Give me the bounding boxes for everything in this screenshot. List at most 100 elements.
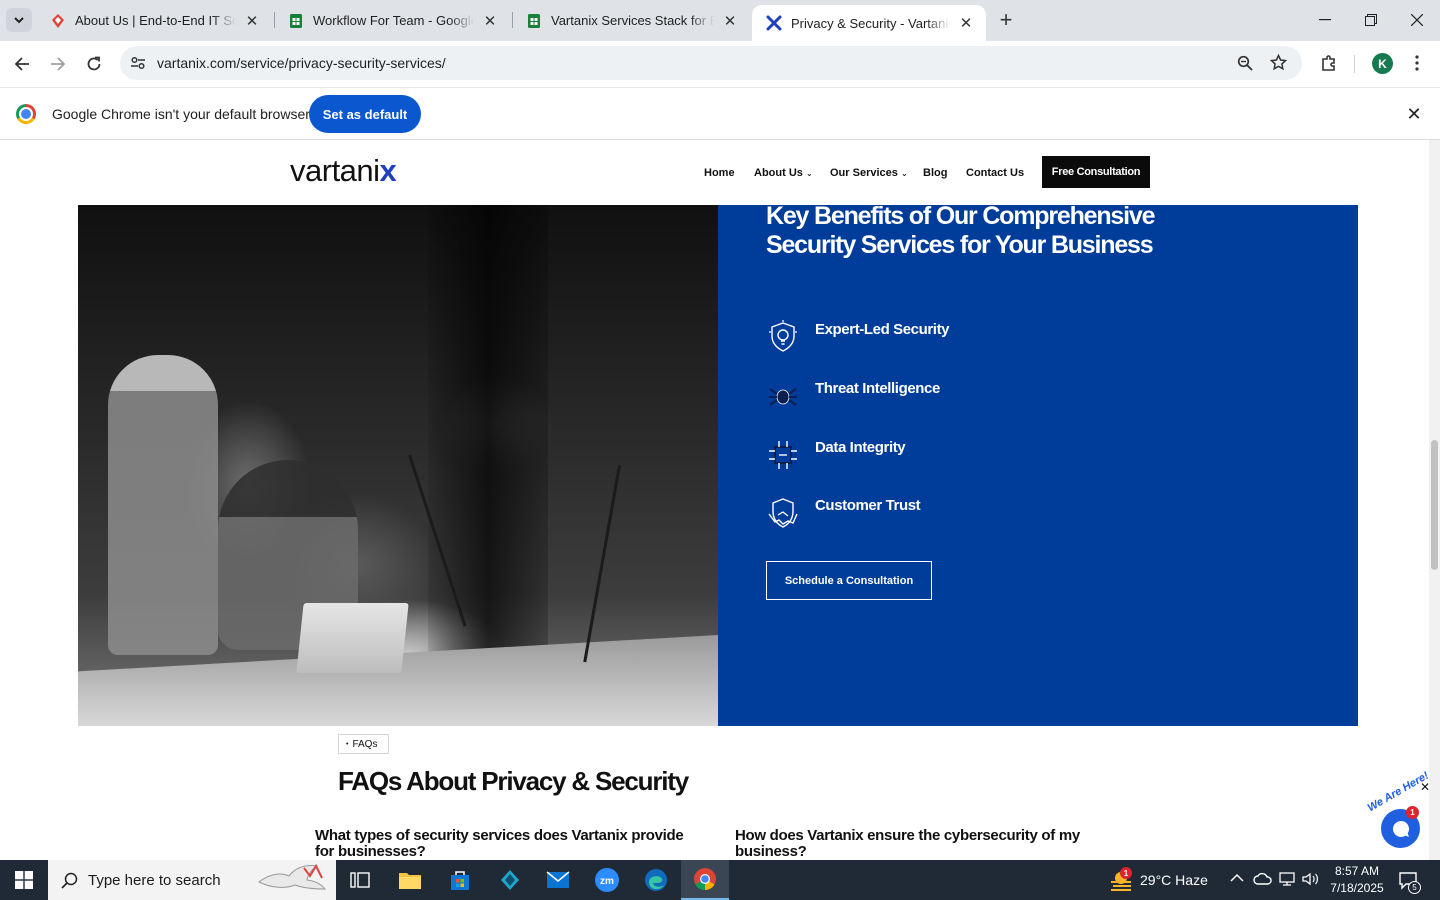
edge-logo-icon [645, 869, 667, 891]
chat-unread-badge: 1 [1406, 806, 1419, 819]
folder-icon [399, 873, 421, 889]
close-window-button[interactable] [1394, 0, 1440, 40]
close-icon[interactable]: ✕ [956, 13, 976, 33]
chevron-up-icon[interactable] [1230, 873, 1244, 883]
benefit-expert-led-security: Expert-Led Security [766, 320, 1126, 356]
benefit-label: Customer Trust [815, 497, 921, 514]
network-icon[interactable] [1278, 871, 1296, 887]
url-text[interactable]: vartanix.com/service/privacy-security-se… [157, 55, 446, 71]
chat-widget[interactable]: ✕ We Are Here! 1 [1354, 770, 1440, 860]
clock-date: 7/18/2025 [1330, 881, 1384, 895]
address-bar[interactable]: vartanix.com/service/privacy-security-se… [120, 46, 1302, 80]
pinned-app-diamond[interactable] [486, 860, 534, 900]
nav-label: About Us [754, 167, 803, 179]
browser-toolbar: vartanix.com/service/privacy-security-se… [0, 41, 1440, 87]
weather-badge: 1 [1120, 867, 1132, 879]
toolbar-divider [1354, 55, 1355, 73]
task-view-button[interactable] [336, 860, 384, 900]
infobar-message: Google Chrome isn't your default browser [52, 106, 310, 122]
mail-app[interactable] [534, 860, 582, 900]
zoom-app[interactable]: zm [583, 860, 631, 900]
site-settings-icon[interactable] [130, 55, 146, 71]
nav-label: Contact Us [966, 167, 1025, 179]
bullet-icon: • [346, 740, 349, 748]
spider-icon [769, 388, 797, 406]
extensions-icon[interactable] [1320, 54, 1338, 72]
reload-button[interactable] [80, 50, 108, 78]
system-clock[interactable]: 8:57 AM 7/18/2025 [1322, 863, 1392, 897]
nav-blog[interactable]: Blog [923, 167, 947, 179]
benefit-label: Expert-Led Security [815, 321, 950, 338]
close-icon[interactable]: ✕ [720, 11, 740, 31]
nav-our-services[interactable]: Our Services ⌄ [830, 167, 908, 179]
zoom-icon[interactable] [1237, 55, 1253, 71]
back-button[interactable] [8, 50, 36, 78]
diamond-app-icon [501, 870, 519, 890]
forward-button[interactable] [44, 50, 72, 78]
bookmark-star-icon[interactable] [1270, 54, 1287, 71]
dove-doodle-icon [258, 863, 327, 890]
nav-home[interactable]: Home [704, 167, 735, 179]
faq-question[interactable]: What types of security services does Var… [315, 828, 695, 860]
vartanix-diamond-icon [52, 13, 64, 28]
free-consultation-button[interactable]: Free Consultation [1042, 156, 1150, 188]
benefits-panel: Key Benefits of Our Comprehensive Securi… [718, 202, 1358, 726]
vartanix-logo[interactable]: vartanix [290, 153, 397, 189]
nav-label: Blog [923, 167, 948, 179]
web-page: vartanix Home About Us ⌄ Our Services ⌄ … [0, 140, 1440, 860]
profile-avatar[interactable]: K [1372, 53, 1393, 74]
close-icon [1411, 14, 1423, 26]
tab-title: Workflow For Team - Google Sh [313, 13, 474, 28]
microsoft-store-app[interactable] [436, 860, 484, 900]
photo-laptop [296, 603, 409, 673]
minimize-icon [1319, 19, 1331, 21]
photo-person-standing [108, 355, 218, 655]
edge-app[interactable] [632, 860, 680, 900]
svg-text:zm: zm [600, 876, 614, 887]
tab-services-sheet[interactable]: Vartanix Services Stack for Blog ✕ [512, 0, 750, 41]
new-tab-button[interactable]: + [992, 7, 1020, 32]
taskbar-search[interactable]: Type here to search [48, 860, 336, 900]
clock-time: 8:57 AM [1334, 864, 1380, 878]
file-explorer-app[interactable] [386, 860, 434, 900]
photo-lamp [583, 464, 621, 663]
volume-icon[interactable] [1301, 871, 1319, 887]
onedrive-cloud-icon[interactable] [1253, 871, 1273, 887]
benefit-customer-trust: Customer Trust [766, 496, 1126, 532]
page-scrollbar[interactable] [1429, 140, 1440, 860]
start-button[interactable] [0, 860, 48, 900]
tab-privacy-security[interactable]: Privacy & Security - Vartanix ✕ [752, 5, 986, 41]
nav-about-us[interactable]: About Us ⌄ [754, 167, 813, 179]
tab-search-button[interactable] [6, 8, 32, 32]
chrome-app[interactable] [681, 860, 729, 900]
hero-office-photo [78, 205, 718, 726]
windows-logo-icon [15, 871, 33, 889]
restore-icon [1365, 14, 1377, 26]
kebab-menu-icon[interactable] [1413, 54, 1421, 72]
sheets-icon [528, 13, 540, 28]
sheets-icon [290, 13, 302, 28]
weather-text[interactable]: 29°C Haze [1140, 872, 1208, 888]
tab-strip: About Us | End-to-End IT Soluti ✕ Workfl… [0, 0, 1440, 41]
windows-taskbar: Type here to search zm 1 29°C Haze 8:57 … [0, 860, 1440, 900]
set-as-default-button[interactable]: Set as default [309, 95, 421, 133]
chevron-down-icon: ⌄ [900, 169, 908, 178]
tab-about-us[interactable]: About Us | End-to-End IT Soluti ✕ [36, 0, 272, 41]
shield-bulb-icon [769, 320, 797, 352]
schedule-consultation-button[interactable]: Schedule a Consultation [766, 561, 932, 600]
tab-workflow-sheet[interactable]: Workflow For Team - Google Sh ✕ [274, 0, 510, 41]
close-icon[interactable]: ✕ [1404, 104, 1424, 124]
circuit-icon [769, 441, 797, 469]
minimize-button[interactable] [1302, 0, 1348, 40]
arrow-right-icon [51, 57, 66, 71]
close-icon[interactable]: ✕ [480, 11, 500, 31]
mail-icon [546, 871, 570, 888]
restore-button[interactable] [1348, 0, 1394, 40]
vartanix-x-icon [766, 15, 782, 31]
search-placeholder: Type here to search [88, 872, 221, 889]
close-icon[interactable]: ✕ [242, 11, 262, 31]
faq-question[interactable]: How does Vartanix ensure the cybersecuri… [735, 828, 1115, 860]
scrollbar-thumb[interactable] [1431, 440, 1438, 570]
nav-contact-us[interactable]: Contact Us [966, 167, 1024, 179]
logo-x-mark: x [379, 153, 397, 188]
